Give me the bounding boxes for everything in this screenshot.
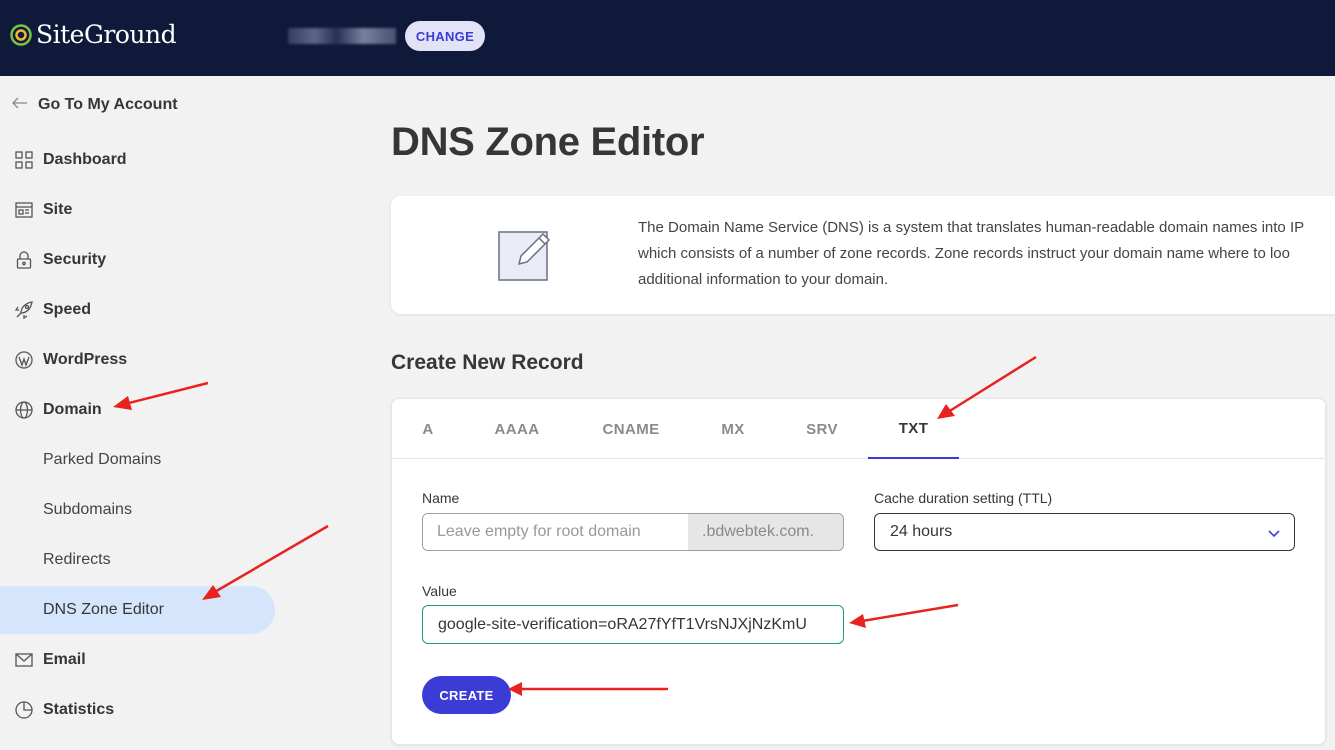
sidebar-subitem-label: DNS Zone Editor xyxy=(43,601,164,618)
info-card: The Domain Name Service (DNS) is a syste… xyxy=(391,196,1335,314)
tab-aaaa[interactable]: AAAA xyxy=(472,399,562,459)
sidebar-item-label: Domain xyxy=(43,401,102,418)
sidebar-subitem-label: Parked Domains xyxy=(43,451,162,468)
ttl-selected-value: 24 hours xyxy=(890,523,953,540)
create-button[interactable]: CREATE xyxy=(422,676,511,714)
info-line: The Domain Name Service (DNS) is a syste… xyxy=(638,219,1305,236)
siteground-logo[interactable]: SiteGround xyxy=(10,20,177,49)
sidebar-subitem-dns-zone-editor[interactable]: DNS Zone Editor xyxy=(0,586,275,634)
sidebar-item-wordpress[interactable]: WordPress xyxy=(0,336,275,384)
tab-srv[interactable]: SRV xyxy=(785,399,859,459)
sidebar-item-label: Statistics xyxy=(43,701,115,718)
value-label: Value xyxy=(422,583,457,599)
sidebar-item-email[interactable]: Email xyxy=(0,636,275,684)
top-bar: SiteGround CHANGE xyxy=(0,0,1335,76)
mail-icon xyxy=(14,650,34,670)
tab-cname[interactable]: CNAME xyxy=(582,399,680,459)
site-icon xyxy=(14,200,34,220)
change-site-button[interactable]: CHANGE xyxy=(405,21,485,51)
sidebar-item-label: Email xyxy=(43,651,86,668)
sidebar: Go To My Account Dashboard Site Security… xyxy=(0,76,275,750)
siteground-logo-icon xyxy=(10,23,32,46)
sidebar-item-label: Site xyxy=(43,201,73,218)
section-title: Create New Record xyxy=(391,351,584,374)
record-type-tabs: A AAAA CNAME MX SRV TXT xyxy=(392,399,1325,459)
info-line: which consists of a number of zone recor… xyxy=(638,245,1290,262)
arrow-left-icon xyxy=(12,96,28,114)
wordpress-icon xyxy=(14,350,34,370)
dashboard-icon xyxy=(14,150,34,170)
go-to-account-link[interactable]: Go To My Account xyxy=(12,96,178,114)
tab-a[interactable]: A xyxy=(392,399,464,459)
value-input[interactable] xyxy=(422,605,844,644)
tab-txt[interactable]: TXT xyxy=(868,399,959,459)
sidebar-item-dashboard[interactable]: Dashboard xyxy=(0,136,275,184)
globe-icon xyxy=(14,400,34,420)
sidebar-subitem-parked-domains[interactable]: Parked Domains xyxy=(0,436,275,484)
sidebar-item-speed[interactable]: Speed xyxy=(0,286,275,334)
pie-chart-icon xyxy=(14,700,34,720)
rocket-icon xyxy=(14,300,34,320)
create-record-card: A AAAA CNAME MX SRV TXT Name .bdwebtek.c… xyxy=(391,398,1326,745)
sidebar-subitem-label: Redirects xyxy=(43,551,111,568)
ttl-select[interactable]: 24 hours xyxy=(874,513,1295,551)
domain-suffix: .bdwebtek.com. xyxy=(688,514,843,550)
sidebar-item-domain[interactable]: Domain xyxy=(0,386,275,434)
sidebar-item-label: WordPress xyxy=(43,351,128,368)
sidebar-subitem-redirects[interactable]: Redirects xyxy=(0,536,275,584)
name-label: Name xyxy=(422,490,460,506)
chevron-down-icon xyxy=(1268,525,1280,543)
sidebar-item-statistics[interactable]: Statistics xyxy=(0,686,275,734)
sidebar-item-site[interactable]: Site xyxy=(0,186,275,234)
site-domain-blurred xyxy=(288,28,396,44)
lock-icon xyxy=(14,250,34,270)
ttl-label: Cache duration setting (TTL) xyxy=(874,490,1053,506)
page-title: DNS Zone Editor xyxy=(391,120,705,164)
go-to-account-label: Go To My Account xyxy=(38,96,178,113)
sidebar-item-label: Security xyxy=(43,251,107,268)
tab-mx[interactable]: MX xyxy=(697,399,769,459)
sidebar-item-security[interactable]: Security xyxy=(0,236,275,284)
sidebar-item-label: Dashboard xyxy=(43,151,127,168)
info-line: additional information to your domain. xyxy=(638,271,889,288)
sidebar-subitem-subdomains[interactable]: Subdomains xyxy=(0,486,275,534)
sidebar-item-label: Speed xyxy=(43,301,92,318)
name-field-group: .bdwebtek.com. xyxy=(422,513,844,551)
info-text: The Domain Name Service (DNS) is a syste… xyxy=(638,215,1335,293)
logo-text: SiteGround xyxy=(36,20,177,49)
edit-document-icon xyxy=(497,226,555,287)
sidebar-subitem-label: Subdomains xyxy=(43,501,132,518)
name-input[interactable] xyxy=(423,514,688,550)
